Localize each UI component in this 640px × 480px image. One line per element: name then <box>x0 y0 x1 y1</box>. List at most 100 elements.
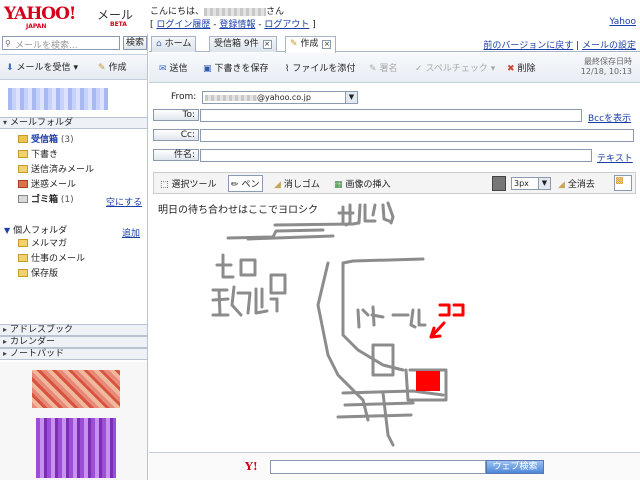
spellcheck-button[interactable]: ✓ スペルチェック ▾ <box>415 61 495 74</box>
tab-compose[interactable]: ✎ 作成 × <box>285 36 337 53</box>
pen-size-value: 3px <box>514 179 529 188</box>
image-toggle-button[interactable]: ▩ <box>614 175 632 191</box>
ad-banner-1[interactable] <box>32 370 120 408</box>
select-tool-label: 選択ツール <box>171 180 217 190</box>
logout-link[interactable]: ログアウト <box>264 20 309 30</box>
attach-file-button[interactable]: ⌇ ファイルを添付 <box>285 61 355 74</box>
greeting: こんにちは、 さん <box>150 4 284 17</box>
color-swatch[interactable] <box>492 176 506 191</box>
mail-search-input[interactable]: メールを検索... <box>2 36 120 51</box>
folder-count: (1) <box>60 195 74 205</box>
folder-drafts[interactable]: 下書き <box>18 149 58 162</box>
address-book-header[interactable]: ▸ アドレスブック <box>0 324 147 336</box>
folder-label: メルマガ <box>31 239 68 249</box>
folder-label: ゴミ箱 <box>31 195 59 205</box>
subject-label: 件名: <box>153 149 199 161</box>
save-icon: ▣ <box>203 64 212 74</box>
redacted-username <box>204 7 267 16</box>
folder-icon <box>18 239 28 247</box>
compose-button[interactable]: ✎ 作成 <box>98 60 127 73</box>
drawing-canvas[interactable]: 明日の待ち合わせはここでヨロシク <box>153 195 636 451</box>
address-book-title: アドレスブック <box>10 325 74 335</box>
mail-settings-link[interactable]: メールの設定 <box>582 41 636 51</box>
folder-spam[interactable]: 迷惑メール <box>18 179 76 192</box>
ad-banner-2[interactable] <box>36 418 116 478</box>
tab-label: ホーム <box>164 39 192 49</box>
personal-folder-item[interactable]: メルマガ <box>18 238 67 251</box>
personal-folders-header[interactable]: ▼ 個人フォルダ <box>4 224 67 237</box>
pen-size-select[interactable]: 3px ▼ <box>511 177 551 190</box>
search-button[interactable]: 検索 <box>123 36 147 50</box>
to-field[interactable] <box>200 109 582 122</box>
delete-icon: ✖ <box>507 64 515 74</box>
sketch-line <box>341 257 425 265</box>
personal-folder-item[interactable]: 仕事のメール <box>18 253 85 266</box>
pencil-icon: ✏ <box>231 180 239 190</box>
compose-pen-icon: ✎ <box>98 63 106 73</box>
login-history-link[interactable]: ログイン履歴 <box>156 20 210 30</box>
ad-area <box>0 362 147 480</box>
send-button[interactable]: ✉ 送信 <box>159 61 188 74</box>
yahoo-mail-window: YAHOO! JAPAN メール BETA こんにちは、 さん [ ログイン履歴 … <box>0 0 640 480</box>
from-label: From: <box>171 92 197 102</box>
folder-label: 仕事のメール <box>31 254 86 264</box>
add-folder-link[interactable]: 追加 <box>122 226 140 239</box>
calendar-header[interactable]: ▸ カレンダー <box>0 336 147 348</box>
folder-trash[interactable]: ゴミ箱 (1) <box>18 194 74 207</box>
collapse-triangle-icon: ▾ <box>3 118 8 127</box>
notepad-header[interactable]: ▸ ノートパッド <box>0 348 147 360</box>
save-draft-label: 下書きを保存 <box>214 64 269 74</box>
chevron-down-icon: ▾ <box>490 64 496 74</box>
personal-folder-item[interactable]: 保存版 <box>18 268 58 281</box>
personal-folders-title: 個人フォルダ <box>13 226 68 236</box>
folder-label: 受信箱 <box>31 135 59 145</box>
show-bcc-link[interactable]: Bccを表示 <box>588 111 631 124</box>
sent-icon <box>18 165 28 173</box>
clear-all-button[interactable]: ◢ 全消去 <box>558 177 595 190</box>
last-saved-time: 12/18, 10:13 <box>580 67 632 76</box>
cc-button[interactable]: Cc: <box>153 129 199 141</box>
sketch-line <box>381 391 395 447</box>
delete-button[interactable]: ✖ 削除 <box>507 61 536 74</box>
previous-version-link[interactable]: 前のバージョンに戻す <box>483 41 573 51</box>
tab-inbox[interactable]: 受信箱 9件 × <box>209 36 277 52</box>
cc-field[interactable] <box>200 129 634 142</box>
web-search-input[interactable] <box>270 460 486 474</box>
tab-home[interactable]: ⌂ ホーム <box>151 36 197 52</box>
sketch-line <box>336 413 413 419</box>
close-icon[interactable]: × <box>322 40 332 49</box>
from-select[interactable]: @yahoo.co.jp ▼ <box>202 91 358 104</box>
select-tool-button[interactable]: ⬚ 選択ツール <box>160 177 217 190</box>
eraser-tool-button[interactable]: ◢ 消しゴム <box>274 177 320 190</box>
text-mode-link[interactable]: テキスト <box>597 151 633 164</box>
marker-arrow <box>429 321 446 339</box>
folder-sent[interactable]: 送信済みメール <box>18 164 94 177</box>
collapsed-triangle-icon: ▸ <box>3 325 8 334</box>
folder-icon <box>18 269 28 277</box>
to-button[interactable]: To: <box>153 109 199 121</box>
receive-mail-button[interactable]: ⬇ メールを受信 ▾ <box>6 60 78 73</box>
sketch-glyph <box>356 305 427 329</box>
send-icon: ✉ <box>159 64 167 74</box>
compose-label: 作成 <box>108 63 127 73</box>
beta-badge: BETA <box>110 21 127 28</box>
yahoo-japan-logo[interactable]: YAHOO! JAPAN <box>4 4 96 34</box>
web-search-button[interactable]: ウェブ検索 <box>486 460 544 474</box>
spam-icon <box>18 180 28 188</box>
mail-folders-header[interactable]: ▾ メールフォルダ <box>0 117 147 129</box>
folder-inbox[interactable]: 受信箱 (3) <box>18 134 74 147</box>
insert-image-button[interactable]: ▦ 画像の挿入 <box>334 177 391 190</box>
empty-trash-link[interactable]: 空にする <box>106 195 142 208</box>
subject-field[interactable] <box>200 149 592 162</box>
eraser-icon: ◢ <box>274 180 281 190</box>
signature-button[interactable]: ✎ 署名 <box>369 61 398 74</box>
insert-image-label: 画像の挿入 <box>345 180 391 190</box>
registration-info-link[interactable]: 登録情報 <box>219 20 255 30</box>
inbox-icon <box>18 135 28 143</box>
account-links: [ ログイン履歴 - 登録情報 - ログアウト ] <box>150 20 316 30</box>
pen-tool-button[interactable]: ✏ ペン <box>228 175 263 192</box>
save-draft-button[interactable]: ▣ 下書きを保存 <box>203 61 269 74</box>
yahoo-top-link[interactable]: Yahoo <box>610 17 637 27</box>
sketch-box <box>269 273 287 295</box>
close-icon[interactable]: × <box>262 40 272 49</box>
